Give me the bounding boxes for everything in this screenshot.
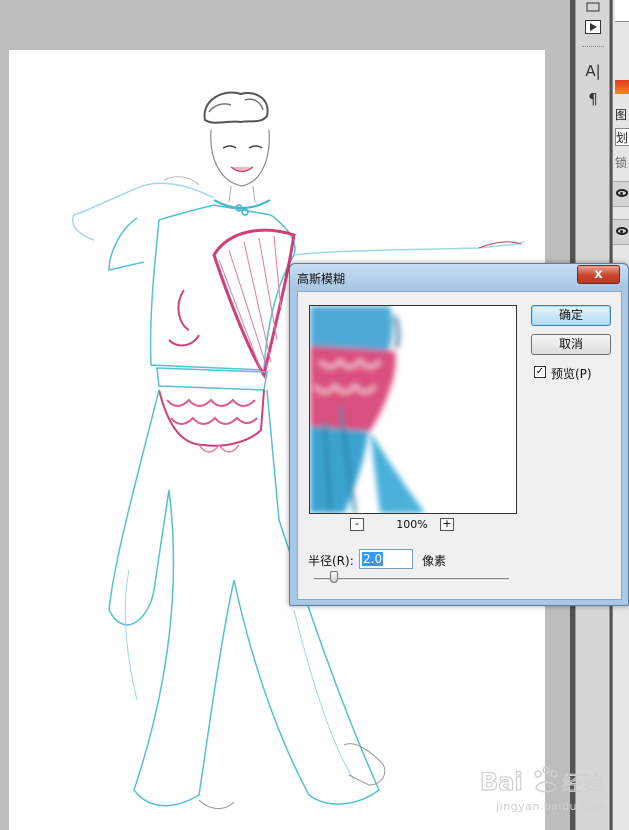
- radius-slider-thumb[interactable]: [329, 571, 338, 583]
- cancel-button[interactable]: 取消: [531, 334, 611, 355]
- panel-separator: [582, 46, 604, 47]
- photoshop-workspace: A| ¶ 图 划 锁 高斯模糊 x - 100% + 半径(R): 2.0 像素…: [0, 0, 629, 830]
- radius-input[interactable]: 2.0: [359, 549, 413, 569]
- blend-mode-select[interactable]: 划: [615, 128, 629, 146]
- preview-image: [310, 306, 516, 513]
- ok-button[interactable]: 确定: [531, 305, 611, 326]
- svg-text:Bai: Bai: [480, 768, 523, 796]
- blur-preview[interactable]: [309, 305, 517, 514]
- zoom-out-button[interactable]: -: [350, 518, 364, 531]
- baidu-logo: Bai 经验: [479, 766, 603, 797]
- layer-row[interactable]: [613, 181, 629, 207]
- dialog-body: - 100% + 半径(R): 2.0 像素 确定 取消 ✓ 预览(P): [297, 291, 622, 600]
- zoom-in-button[interactable]: +: [440, 518, 454, 531]
- eye-icon[interactable]: [616, 189, 628, 197]
- play-icon[interactable]: [580, 16, 606, 38]
- preview-checkbox[interactable]: ✓: [534, 366, 546, 378]
- eye-icon[interactable]: [616, 227, 628, 235]
- layers-corner-swatch: [615, 0, 629, 22]
- gaussian-blur-dialog: 高斯模糊 x - 100% + 半径(R): 2.0 像素 确定 取消 ✓ 预览…: [289, 263, 629, 606]
- type-icon[interactable]: A|: [580, 60, 606, 82]
- layers-tab[interactable]: 图: [615, 106, 629, 123]
- dialog-title: 高斯模糊: [297, 272, 346, 286]
- color-swatch[interactable]: [615, 80, 629, 94]
- lock-label: 锁: [615, 156, 628, 170]
- radius-slider-track[interactable]: [314, 578, 509, 581]
- svg-text:经验: 经验: [562, 771, 602, 795]
- dialog-titlebar[interactable]: 高斯模糊 x: [290, 264, 628, 290]
- close-button[interactable]: x: [577, 265, 620, 284]
- radius-unit-label: 像素: [422, 554, 447, 568]
- preview-label[interactable]: 预览(P): [551, 365, 592, 382]
- baidu-jingyan-watermark-logo: Bai 经验 jingyan.baidu.com: [478, 760, 608, 820]
- radius-value: 2.0: [362, 552, 384, 566]
- zoom-level: 100%: [396, 518, 428, 531]
- radius-label: 半径(R):: [308, 554, 354, 568]
- paragraph-icon[interactable]: ¶: [580, 88, 606, 110]
- layer-row[interactable]: [613, 219, 629, 245]
- watermark-url: jingyan.baidu.com: [496, 800, 607, 813]
